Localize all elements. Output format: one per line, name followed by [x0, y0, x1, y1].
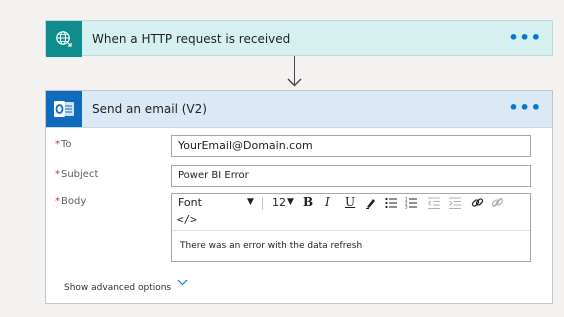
- action-more-icon[interactable]: •••: [508, 91, 542, 127]
- trigger-card[interactable]: When a HTTP request is received •••: [45, 20, 553, 57]
- action-icon-box: [46, 91, 82, 127]
- numbered-list-icon[interactable]: 1 2 3: [405, 197, 418, 209]
- subject-input[interactable]: Power BI Error: [171, 165, 531, 187]
- bold-icon[interactable]: B: [303, 195, 313, 209]
- font-dropdown[interactable]: Font: [178, 196, 202, 209]
- required-marker: *: [55, 196, 60, 207]
- subject-label-text: Subject: [61, 169, 99, 180]
- toolbar-divider: [262, 197, 263, 210]
- underline-icon[interactable]: U: [345, 195, 355, 209]
- action-card: Send an email (V2) ••• *To YourEmail@Dom…: [45, 90, 553, 304]
- body-label: *Body: [55, 196, 86, 207]
- trigger-icon-box: [46, 21, 82, 57]
- font-caret-icon[interactable]: ▼: [247, 197, 254, 207]
- unlink-icon[interactable]: [491, 196, 504, 209]
- action-title: Send an email (V2): [92, 102, 207, 116]
- trigger-more-icon[interactable]: •••: [508, 21, 542, 57]
- show-advanced-options-link[interactable]: Show advanced options: [64, 283, 171, 293]
- to-label: *To: [55, 139, 72, 150]
- required-marker: *: [55, 169, 60, 180]
- size-caret-icon[interactable]: ▼: [287, 197, 294, 207]
- flow-canvas: When a HTTP request is received ••• Send…: [8, 8, 556, 309]
- increase-indent-icon[interactable]: [449, 197, 462, 209]
- body-text[interactable]: There was an error with the data refresh: [180, 241, 362, 251]
- bulleted-list-icon[interactable]: [385, 197, 398, 209]
- body-editor[interactable]: Font ▼ 12 ▼ B I U 1 2 3 </> There was an…: [171, 193, 531, 262]
- svg-text:3: 3: [405, 205, 408, 210]
- size-dropdown[interactable]: 12: [272, 196, 286, 209]
- to-input[interactable]: YourEmail@Domain.com: [171, 135, 531, 157]
- action-header[interactable]: Send an email (V2) •••: [46, 91, 552, 128]
- highlight-pen-icon[interactable]: [365, 197, 377, 209]
- code-view-icon[interactable]: </>: [177, 213, 197, 226]
- decrease-indent-icon[interactable]: [428, 197, 441, 209]
- italic-icon[interactable]: I: [325, 195, 330, 209]
- rich-text-toolbar: Font ▼ 12 ▼ B I U 1 2 3 </>: [172, 194, 530, 231]
- outlook-icon: [54, 101, 74, 117]
- globe-request-icon: [56, 31, 72, 47]
- link-icon[interactable]: [471, 196, 484, 209]
- to-label-text: To: [61, 139, 72, 150]
- required-marker: *: [55, 139, 60, 150]
- trigger-title: When a HTTP request is received: [92, 32, 291, 46]
- body-label-text: Body: [61, 196, 87, 207]
- chevron-down-icon[interactable]: [177, 279, 188, 286]
- subject-label: *Subject: [55, 169, 98, 180]
- down-arrow-icon: [287, 78, 302, 87]
